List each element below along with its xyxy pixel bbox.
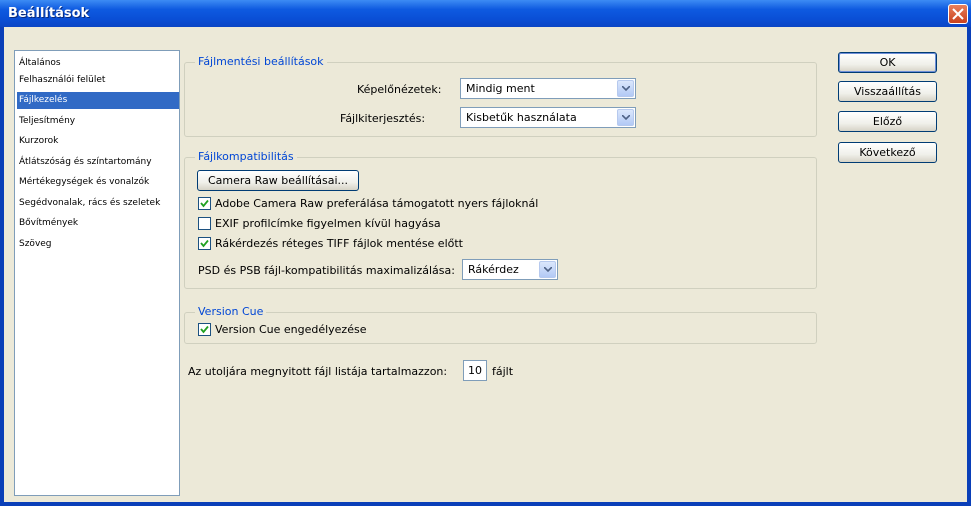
reset-button[interactable]: Visszaállítás (838, 81, 937, 102)
psd-compat-value: Rákérdez (468, 263, 519, 276)
file-compat-group: Fájlkompatibilitás Camera Raw beállítása… (184, 150, 817, 289)
recent-files-suffix: fájlt (492, 365, 514, 378)
file-extension-label: Fájlkiterjesztés: (340, 112, 426, 125)
file-extension-select[interactable]: Kisbetűk használata (460, 107, 636, 128)
title-bar[interactable]: Beállítások (0, 0, 971, 27)
category-list: Általános Felhasználói felület Fájlkezel… (14, 50, 180, 496)
sidebar-item-szoveg[interactable]: Szöveg (17, 236, 179, 253)
sidebar-item-mertekegysegek[interactable]: Mértékegységek és vonalzók (17, 174, 179, 191)
tiff-label: Rákérdezés réteges TIFF fájlok mentése e… (215, 237, 463, 250)
tiff-checkbox[interactable] (198, 237, 211, 250)
version-cue-legend: Version Cue (195, 305, 267, 318)
recent-files-label: Az utoljára megnyitott fájl listája tart… (188, 365, 448, 378)
camera-raw-label: Adobe Camera Raw preferálása támogatott … (215, 197, 539, 210)
chevron-down-icon (539, 261, 556, 278)
previous-button[interactable]: Előző (838, 111, 937, 132)
preferences-window: Beállítások Általános Felhasználói felül… (0, 0, 971, 506)
image-preview-label: Képelőnézetek: (357, 83, 442, 96)
sidebar-item-atlatszosag[interactable]: Átlátszóság és színtartomány (17, 154, 179, 171)
version-cue-checkbox[interactable] (198, 323, 211, 336)
sidebar-item-bovitmenyek[interactable]: Bővítmények (17, 215, 179, 232)
checkmark-icon (200, 199, 209, 208)
psd-compat-select[interactable]: Rákérdez (462, 259, 558, 280)
checkmark-icon (200, 325, 209, 334)
sidebar-item-teljesitmeny[interactable]: Teljesítmény (17, 113, 179, 130)
chevron-down-icon (617, 109, 634, 126)
sidebar-item-fajlkezeles[interactable]: Fájlkezelés (17, 92, 179, 109)
version-cue-label: Version Cue engedélyezése (215, 323, 367, 336)
camera-raw-checkbox[interactable] (198, 197, 211, 210)
dialog-client: Általános Felhasználói felület Fájlkezel… (4, 27, 967, 502)
chevron-down-icon (617, 80, 634, 97)
image-preview-select[interactable]: Mindig ment (460, 78, 636, 99)
sidebar-item-felhasznaloi-felulet[interactable]: Felhasználói felület (17, 72, 179, 89)
exif-label: EXIF profilcímke figyelmen kívül hagyása (215, 217, 441, 230)
checkmark-icon (200, 239, 209, 248)
sidebar-item-kurzorok[interactable]: Kurzorok (17, 133, 179, 150)
exif-checkbox[interactable] (198, 217, 211, 230)
recent-files-input[interactable]: 10 (463, 360, 487, 381)
close-icon (952, 8, 964, 20)
version-cue-group: Version Cue Version Cue engedélyezése (184, 305, 817, 344)
file-extension-value: Kisbetűk használata (466, 111, 577, 124)
window-title: Beállítások (8, 6, 90, 21)
close-button[interactable] (948, 4, 968, 24)
file-compat-legend: Fájlkompatibilitás (195, 150, 297, 163)
next-button[interactable]: Következő (838, 142, 937, 163)
ok-button[interactable]: OK (838, 52, 937, 73)
file-saving-group: Fájlmentési beállítások Képelőnézetek: M… (184, 55, 817, 137)
camera-raw-settings-button[interactable]: Camera Raw beállításai... (197, 170, 359, 191)
psd-compat-label: PSD és PSB fájl-kompatibilitás maximaliz… (198, 264, 455, 277)
file-saving-legend: Fájlmentési beállítások (195, 55, 327, 68)
image-preview-value: Mindig ment (466, 82, 535, 95)
sidebar-item-segedvonalak[interactable]: Segédvonalak, rács és szeletek (17, 195, 179, 212)
sidebar-item-altalanos[interactable]: Általános (17, 55, 179, 72)
